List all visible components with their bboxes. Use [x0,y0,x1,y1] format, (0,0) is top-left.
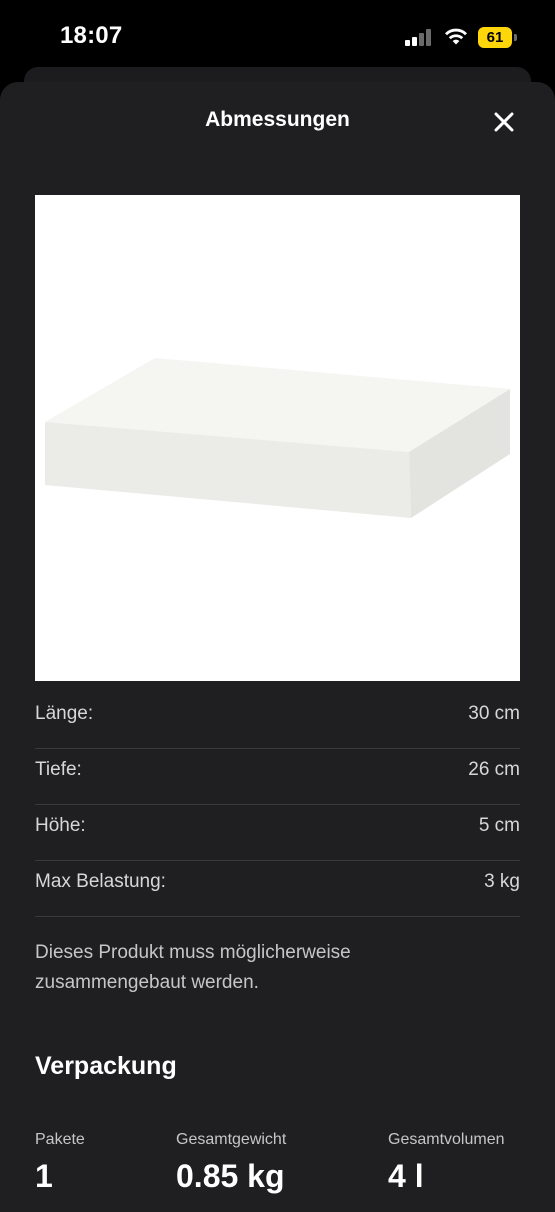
total-volume-label: Gesamtvolumen [388,1131,505,1148]
packages-label: Pakete [35,1131,85,1148]
wall-shelf-illustration [45,358,510,518]
close-button[interactable] [486,104,522,140]
sheet-title: Abmessungen [205,108,350,131]
spec-row-length: Länge: 30 cm [35,692,520,749]
spec-label: Höhe: [35,815,86,836]
battery-cap [514,34,517,41]
wifi-icon [444,26,468,46]
battery-level: 61 [486,29,504,46]
spec-value: 30 cm [468,703,520,724]
spec-row-max-load: Max Belastung: 3 kg [35,860,520,917]
status-time: 18:07 [60,22,123,49]
total-volume-value: 4 l [388,1158,424,1194]
spec-value: 3 kg [484,871,520,892]
spec-value: 26 cm [468,759,520,780]
spec-label: Max Belastung: [35,871,166,892]
battery-icon: 61 [478,27,512,48]
total-weight-label: Gesamtgewicht [176,1131,287,1148]
spec-row-height: Höhe: 5 cm [35,804,520,861]
packages-value: 1 [35,1158,53,1194]
close-icon [494,112,514,132]
status-bar: 18:07 61 [0,0,555,70]
total-weight-value: 0.85 kg [176,1158,285,1194]
assembly-note: Dieses Produkt muss möglicherweise zusam… [35,942,351,993]
packaging-heading: Verpackung [35,1052,177,1080]
cellular-signal-icon [405,29,435,46]
spec-row-depth: Tiefe: 26 cm [35,748,520,805]
product-image [35,195,520,681]
spec-label: Tiefe: [35,759,82,780]
spec-label: Länge: [35,703,94,724]
spec-value: 5 cm [478,815,520,836]
